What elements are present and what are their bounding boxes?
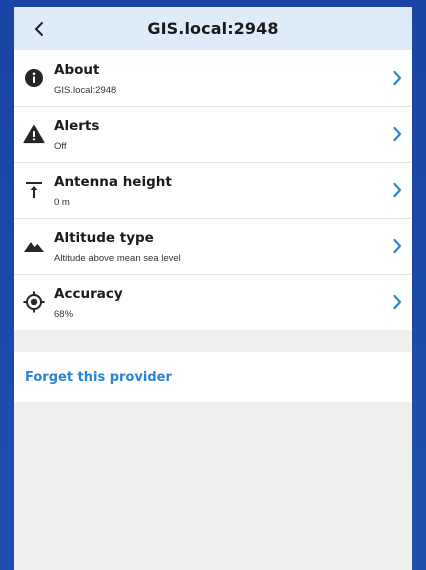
list-item-title: Altitude type bbox=[54, 230, 154, 246]
list-item-subtitle: Altitude above mean sea level bbox=[54, 253, 181, 264]
warning-icon bbox=[14, 106, 54, 162]
list-item-title: Alerts bbox=[54, 118, 100, 134]
forget-provider-button[interactable]: Forget this provider bbox=[25, 370, 172, 385]
info-icon bbox=[14, 50, 54, 106]
list-item-text: Altitude type Altitude above mean sea le… bbox=[54, 227, 382, 265]
list-item-subtitle: Off bbox=[54, 141, 67, 152]
list-item-accuracy[interactable]: Accuracy 68% bbox=[14, 274, 412, 330]
chevron-left-icon bbox=[35, 21, 43, 36]
section-divider bbox=[14, 330, 412, 352]
chevron-right-icon bbox=[382, 274, 412, 330]
list-item-text: About GIS.local:2948 bbox=[54, 59, 382, 97]
antenna-height-icon bbox=[14, 162, 54, 218]
list-item-subtitle: GIS.local:2948 bbox=[54, 85, 117, 96]
list-item-alerts[interactable]: Alerts Off bbox=[14, 106, 412, 162]
chevron-right-icon bbox=[382, 162, 412, 218]
list-item-subtitle: 0 m bbox=[54, 197, 70, 208]
header-bar: GIS.local:2948 bbox=[14, 7, 412, 50]
settings-list: About GIS.local:2948 Alerts Off Antenna … bbox=[14, 50, 412, 330]
chevron-right-icon bbox=[382, 50, 412, 106]
list-item-text: Alerts Off bbox=[54, 115, 382, 153]
app-screen: GIS.local:2948 About GIS.local:2948 Aler… bbox=[14, 7, 412, 570]
list-item-about[interactable]: About GIS.local:2948 bbox=[14, 50, 412, 106]
back-button[interactable] bbox=[24, 7, 54, 50]
page-title: GIS.local:2948 bbox=[147, 19, 279, 38]
chevron-right-icon bbox=[382, 218, 412, 274]
forget-section: Forget this provider bbox=[14, 352, 412, 402]
list-item-title: Antenna height bbox=[54, 174, 172, 190]
chevron-right-icon bbox=[382, 106, 412, 162]
mountain-icon bbox=[14, 218, 54, 274]
list-item-title: Accuracy bbox=[54, 286, 123, 302]
crosshair-icon bbox=[14, 274, 54, 330]
list-item-text: Antenna height 0 m bbox=[54, 171, 382, 209]
list-item-title: About bbox=[54, 62, 100, 78]
list-item-antenna-height[interactable]: Antenna height 0 m bbox=[14, 162, 412, 218]
list-item-altitude-type[interactable]: Altitude type Altitude above mean sea le… bbox=[14, 218, 412, 274]
list-item-text: Accuracy 68% bbox=[54, 283, 382, 321]
list-item-subtitle: 68% bbox=[54, 309, 74, 320]
